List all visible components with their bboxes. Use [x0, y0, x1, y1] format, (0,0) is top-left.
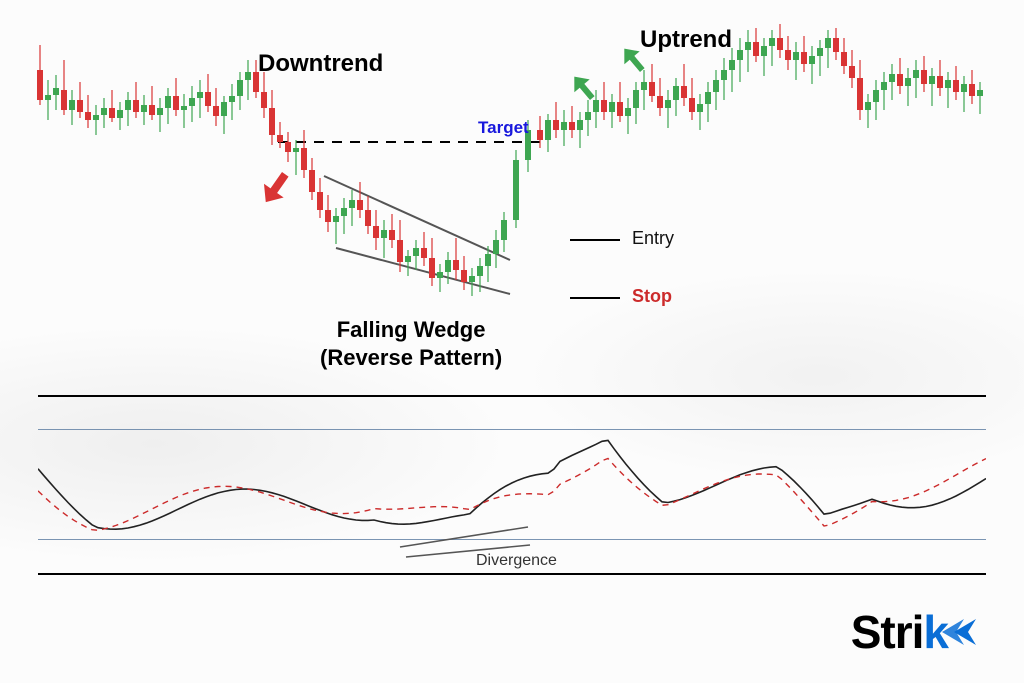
- oscillator-main-line: [38, 440, 986, 529]
- divergence-line: [400, 527, 528, 547]
- up-arrow-icon: [567, 70, 600, 104]
- uptrend-label: Uptrend: [640, 26, 732, 54]
- divergence-label: Divergence: [476, 552, 557, 570]
- stop-label: Stop: [632, 286, 672, 307]
- pattern-label: Falling Wedge (Reverse Pattern): [320, 316, 502, 371]
- oscillator-signal-line: [38, 459, 986, 531]
- oscillator-panel: [38, 395, 986, 575]
- price-chart: [0, 0, 1024, 400]
- entry-label: Entry: [632, 228, 674, 249]
- oscillator-chart: [38, 397, 986, 577]
- target-label: Target: [478, 118, 529, 138]
- downtrend-label: Downtrend: [258, 50, 383, 78]
- down-arrow-icon: [256, 167, 295, 209]
- logo-arrow-icon: [942, 615, 982, 649]
- brand-logo: Strik: [851, 605, 982, 659]
